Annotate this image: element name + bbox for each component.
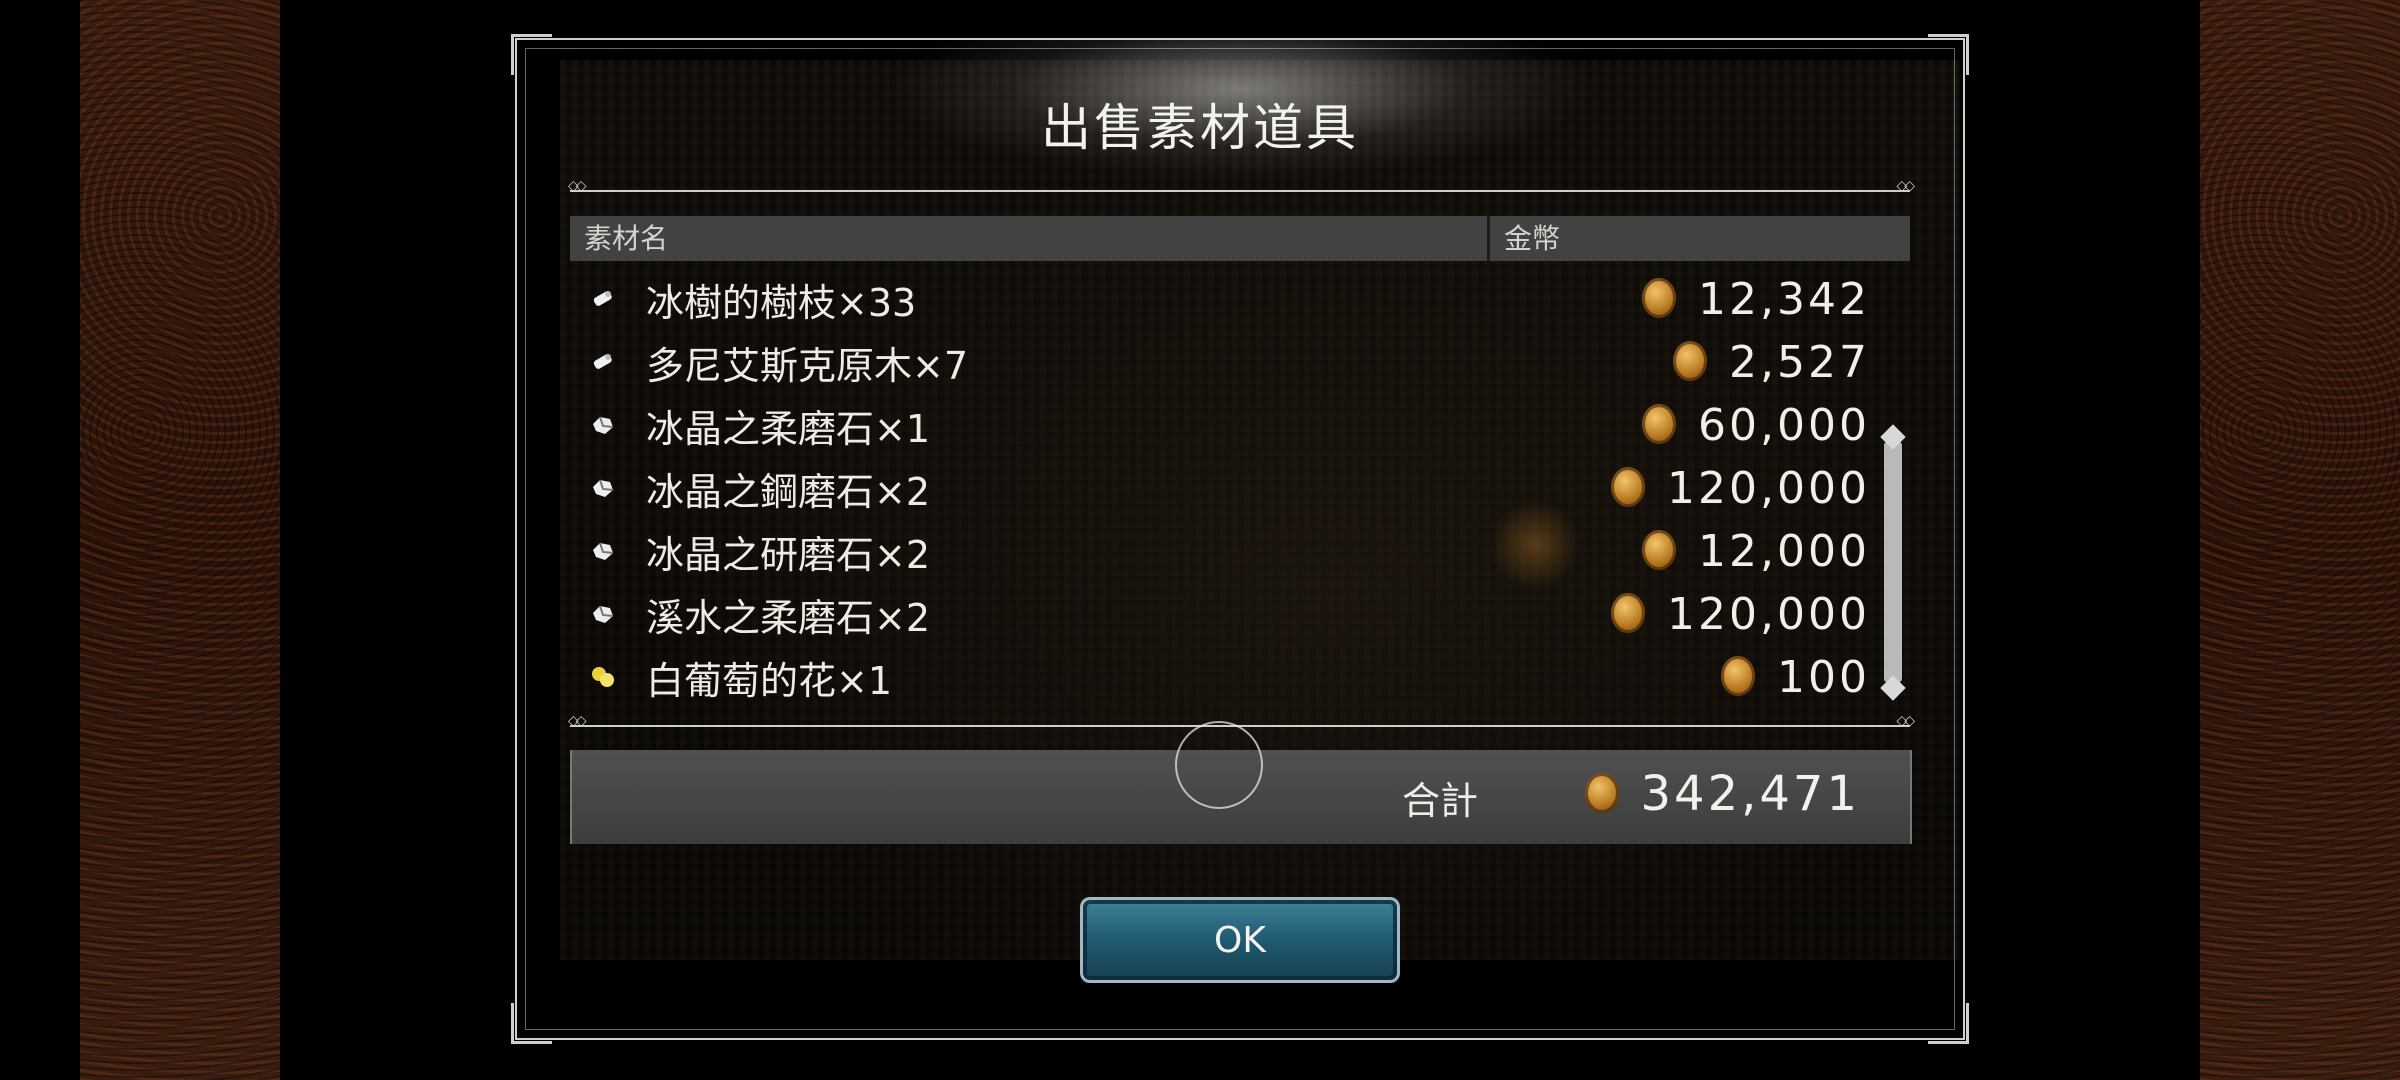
ore-icon xyxy=(593,416,614,434)
corner-ornament xyxy=(1928,1003,1969,1044)
total-value: 342,471 xyxy=(1640,766,1860,822)
item-price: 60,000 xyxy=(1642,400,1870,451)
item-price: 120,000 xyxy=(1611,463,1870,514)
corner-ornament xyxy=(511,1003,552,1044)
list-item[interactable]: 冰晶之柔磨石×1 60,000 xyxy=(570,394,1870,457)
corner-ornament xyxy=(1928,34,1969,75)
item-price-value: 100 xyxy=(1777,652,1870,703)
item-price-value: 12,342 xyxy=(1698,274,1870,325)
list-item[interactable]: 溪水之柔磨石×2 120,000 xyxy=(570,583,1870,646)
item-name: 冰晶之柔磨石×1 xyxy=(646,407,931,451)
item-name: 多尼艾斯克原木×7 xyxy=(646,344,969,388)
gold-coin-icon xyxy=(1673,341,1708,381)
total-label: 合計 xyxy=(1402,779,1479,823)
gold-coin-icon xyxy=(1611,467,1646,507)
gold-coin-icon xyxy=(1642,278,1677,318)
list-scrollbar[interactable] xyxy=(1880,424,1906,701)
gold-coin-icon xyxy=(1642,404,1677,444)
ok-button[interactable]: OK xyxy=(1080,897,1400,983)
table-header: 素材名 金幣 xyxy=(570,216,1910,261)
item-name: 白葡萄的花×1 xyxy=(646,659,893,703)
right-wood-texture xyxy=(2200,0,2400,1080)
flower-icon xyxy=(592,667,614,687)
item-name: 冰晶之研磨石×2 xyxy=(646,533,931,577)
left-wood-texture xyxy=(80,0,280,1080)
gold-coin-icon xyxy=(1584,773,1619,813)
gold-coin-icon xyxy=(1611,593,1646,633)
wood-icon xyxy=(593,291,612,306)
gold-coin-icon xyxy=(1721,656,1756,696)
item-list[interactable]: 冰樹的樹枝×33 12,342 多尼艾斯克原木×7 2,527 冰晶之柔磨石×1… xyxy=(570,268,1870,709)
list-item[interactable]: 多尼艾斯克原木×7 2,527 xyxy=(570,331,1870,394)
total-amount: 342,471 xyxy=(1584,766,1861,822)
divider-top xyxy=(568,178,1912,194)
list-item[interactable]: 冰樹的樹枝×33 12,342 xyxy=(570,268,1870,331)
item-price-value: 2,527 xyxy=(1729,337,1870,388)
item-name: 溪水之柔磨石×2 xyxy=(646,596,931,640)
ok-button-label: OK xyxy=(1214,919,1266,961)
item-price: 12,342 xyxy=(1642,274,1870,325)
item-name: 冰晶之鋼磨石×2 xyxy=(646,470,931,514)
item-price-value: 120,000 xyxy=(1667,463,1870,514)
column-header-gold: 金幣 xyxy=(1504,222,1561,255)
scrollbar-thumb[interactable] xyxy=(1884,442,1902,682)
item-price: 12,000 xyxy=(1642,526,1870,577)
list-item[interactable]: 白葡萄的花×1 100 xyxy=(570,646,1870,709)
item-price: 2,527 xyxy=(1673,337,1870,388)
ore-icon xyxy=(593,479,614,497)
dialog-title: 出售素材道具 xyxy=(1041,99,1359,157)
corner-ornament xyxy=(511,34,552,75)
touch-indicator xyxy=(1175,721,1263,809)
wood-icon xyxy=(593,354,612,369)
item-price-value: 120,000 xyxy=(1667,589,1870,640)
column-header-name: 素材名 xyxy=(570,216,1490,261)
list-item[interactable]: 冰晶之鋼磨石×2 120,000 xyxy=(570,457,1870,520)
gold-coin-icon xyxy=(1642,530,1677,570)
item-name: 冰樹的樹枝×33 xyxy=(646,281,917,325)
item-price: 100 xyxy=(1721,652,1870,703)
ore-icon xyxy=(593,605,614,623)
item-price: 120,000 xyxy=(1611,589,1870,640)
item-price-value: 12,000 xyxy=(1698,526,1870,577)
ore-icon xyxy=(593,542,614,560)
list-item[interactable]: 冰晶之研磨石×2 12,000 xyxy=(570,520,1870,583)
item-price-value: 60,000 xyxy=(1698,400,1870,451)
